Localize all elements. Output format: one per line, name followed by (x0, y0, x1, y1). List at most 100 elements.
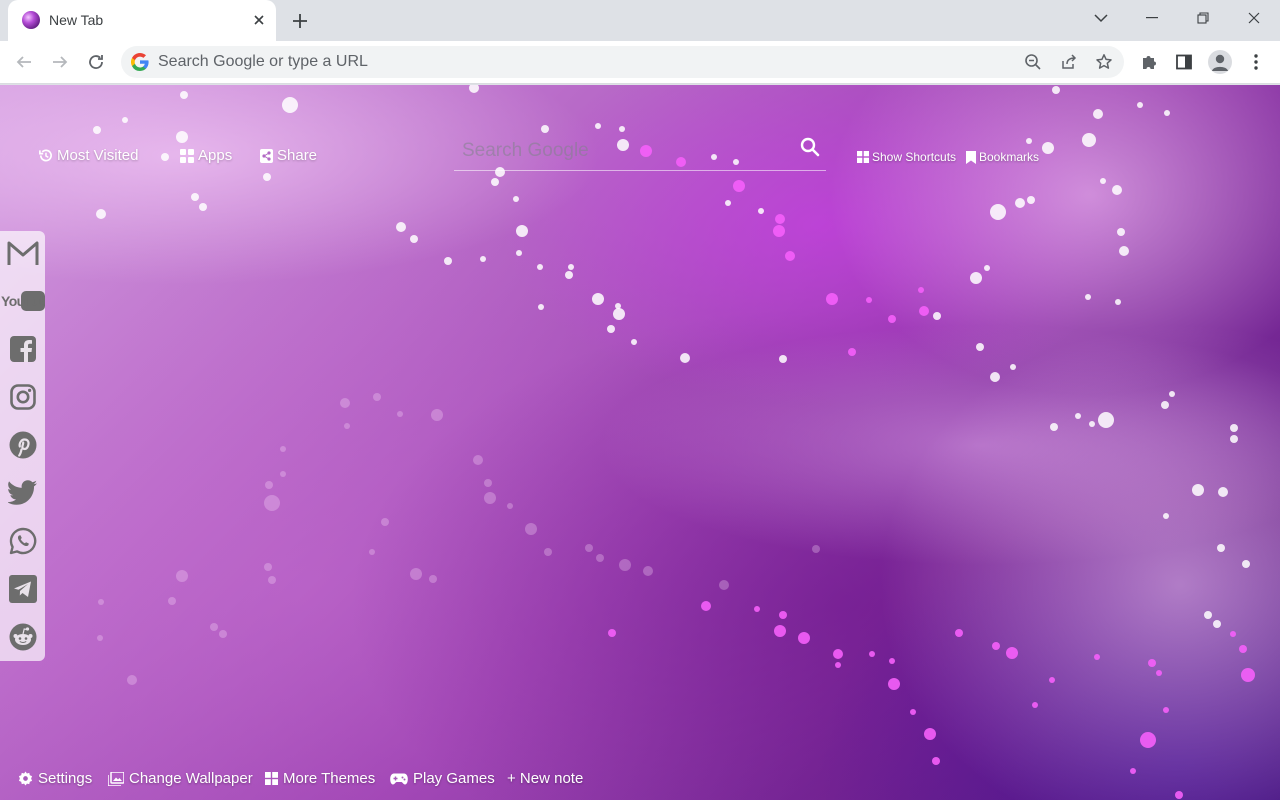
particle (444, 257, 452, 265)
particle (1093, 109, 1103, 119)
omnibox-placeholder: Search Google or type a URL (158, 53, 368, 70)
new-note-link[interactable]: + New note (507, 770, 583, 787)
play-games-link[interactable]: Play Games (390, 770, 495, 787)
gmail-icon (7, 241, 38, 265)
particle (596, 554, 604, 562)
particle (1117, 228, 1125, 236)
particle (469, 85, 479, 93)
search-box (454, 131, 826, 171)
particle (396, 222, 406, 232)
particle (613, 308, 625, 320)
back-button[interactable] (10, 48, 38, 76)
particle (98, 599, 104, 605)
particle (615, 303, 621, 309)
most-visited-link[interactable]: Most Visited (38, 147, 138, 164)
particle (932, 757, 940, 765)
particle (1164, 110, 1170, 116)
particle (168, 597, 176, 605)
twitter-icon (7, 480, 37, 505)
whatsapp-icon (9, 527, 36, 555)
tab-strip: New Tab (0, 0, 1280, 41)
tab-new-tab[interactable]: New Tab (8, 0, 276, 41)
close-window-button[interactable] (1234, 4, 1274, 32)
particle (990, 204, 1006, 220)
particle (592, 293, 604, 305)
extensions-button[interactable] (1135, 48, 1163, 76)
settings-label: Settings (38, 770, 93, 787)
apps-link[interactable]: Apps (180, 147, 232, 164)
social-pinterest-link[interactable] (0, 423, 45, 467)
telegram-icon (8, 575, 37, 603)
tab-search-button[interactable] (1081, 4, 1121, 32)
profile-avatar[interactable] (1208, 50, 1232, 74)
social-gmail-link[interactable] (0, 231, 45, 275)
more-themes-label: More Themes (283, 770, 376, 787)
social-sidebar: YouTube (0, 231, 45, 661)
particle (1137, 102, 1143, 108)
particle (1213, 620, 1221, 628)
social-telegram-link[interactable] (0, 567, 45, 611)
new-note-label: + New note (507, 770, 584, 787)
particle (97, 635, 103, 641)
settings-link[interactable]: Settings (18, 770, 92, 787)
reload-icon (89, 55, 103, 69)
change-wallpaper-label: Change Wallpaper (129, 770, 253, 787)
particle (992, 642, 1000, 650)
social-youtube-link[interactable]: YouTube (0, 279, 45, 323)
close-tab-button[interactable] (248, 9, 270, 31)
forward-button[interactable] (46, 48, 74, 76)
particle (1094, 654, 1100, 660)
search-button[interactable] (798, 135, 822, 159)
wallpaper-particles (93, 85, 1255, 799)
gear-icon (18, 771, 33, 786)
particle (516, 225, 528, 237)
social-whatsapp-link[interactable] (0, 519, 45, 563)
address-bar[interactable]: Search Google or type a URL (121, 46, 1124, 78)
particle (990, 372, 1000, 382)
particle (1163, 707, 1169, 713)
social-twitter-link[interactable] (0, 471, 45, 515)
browser-menu-button[interactable] (1242, 48, 1270, 76)
particle (538, 304, 544, 310)
social-facebook-link[interactable] (0, 327, 45, 371)
particle (210, 623, 218, 631)
new-tab-button[interactable] (287, 8, 313, 34)
particle (970, 272, 982, 284)
minimize-button[interactable] (1132, 4, 1172, 32)
particle (263, 173, 271, 181)
particle (264, 563, 272, 571)
restore-button[interactable] (1183, 4, 1223, 32)
particle (826, 293, 838, 305)
particle (758, 208, 764, 214)
bookmark-star-button[interactable] (1092, 50, 1116, 74)
more-themes-link[interactable]: More Themes (265, 770, 375, 787)
particle (1050, 423, 1058, 431)
particle (595, 123, 601, 129)
particle (976, 343, 984, 351)
particle (344, 423, 350, 429)
image-gallery-icon (108, 771, 124, 786)
particle (773, 225, 785, 237)
particle (1032, 702, 1038, 708)
windows-grid-icon (857, 151, 869, 163)
particle (180, 91, 188, 99)
particle (1242, 560, 1250, 568)
search-input[interactable] (462, 137, 782, 165)
restore-icon (1197, 12, 1209, 24)
share-page-button[interactable] (1057, 50, 1081, 74)
change-wallpaper-link[interactable]: Change Wallpaper (108, 770, 253, 787)
bookmarks-link[interactable]: Bookmarks (966, 150, 1039, 164)
particle (889, 658, 895, 664)
particle (219, 630, 227, 638)
particle (161, 153, 169, 161)
zoom-button[interactable] (1021, 50, 1045, 74)
browser-toolbar: Search Google or type a URL (0, 41, 1280, 84)
particle (607, 325, 615, 333)
zoom-out-icon (1025, 54, 1041, 70)
side-panel-button[interactable] (1170, 48, 1198, 76)
social-instagram-link[interactable] (0, 375, 45, 419)
social-reddit-link[interactable] (0, 615, 45, 659)
reload-button[interactable] (82, 48, 110, 76)
show-shortcuts-link[interactable]: Show Shortcuts (857, 150, 956, 164)
share-link[interactable]: Share (260, 147, 317, 164)
